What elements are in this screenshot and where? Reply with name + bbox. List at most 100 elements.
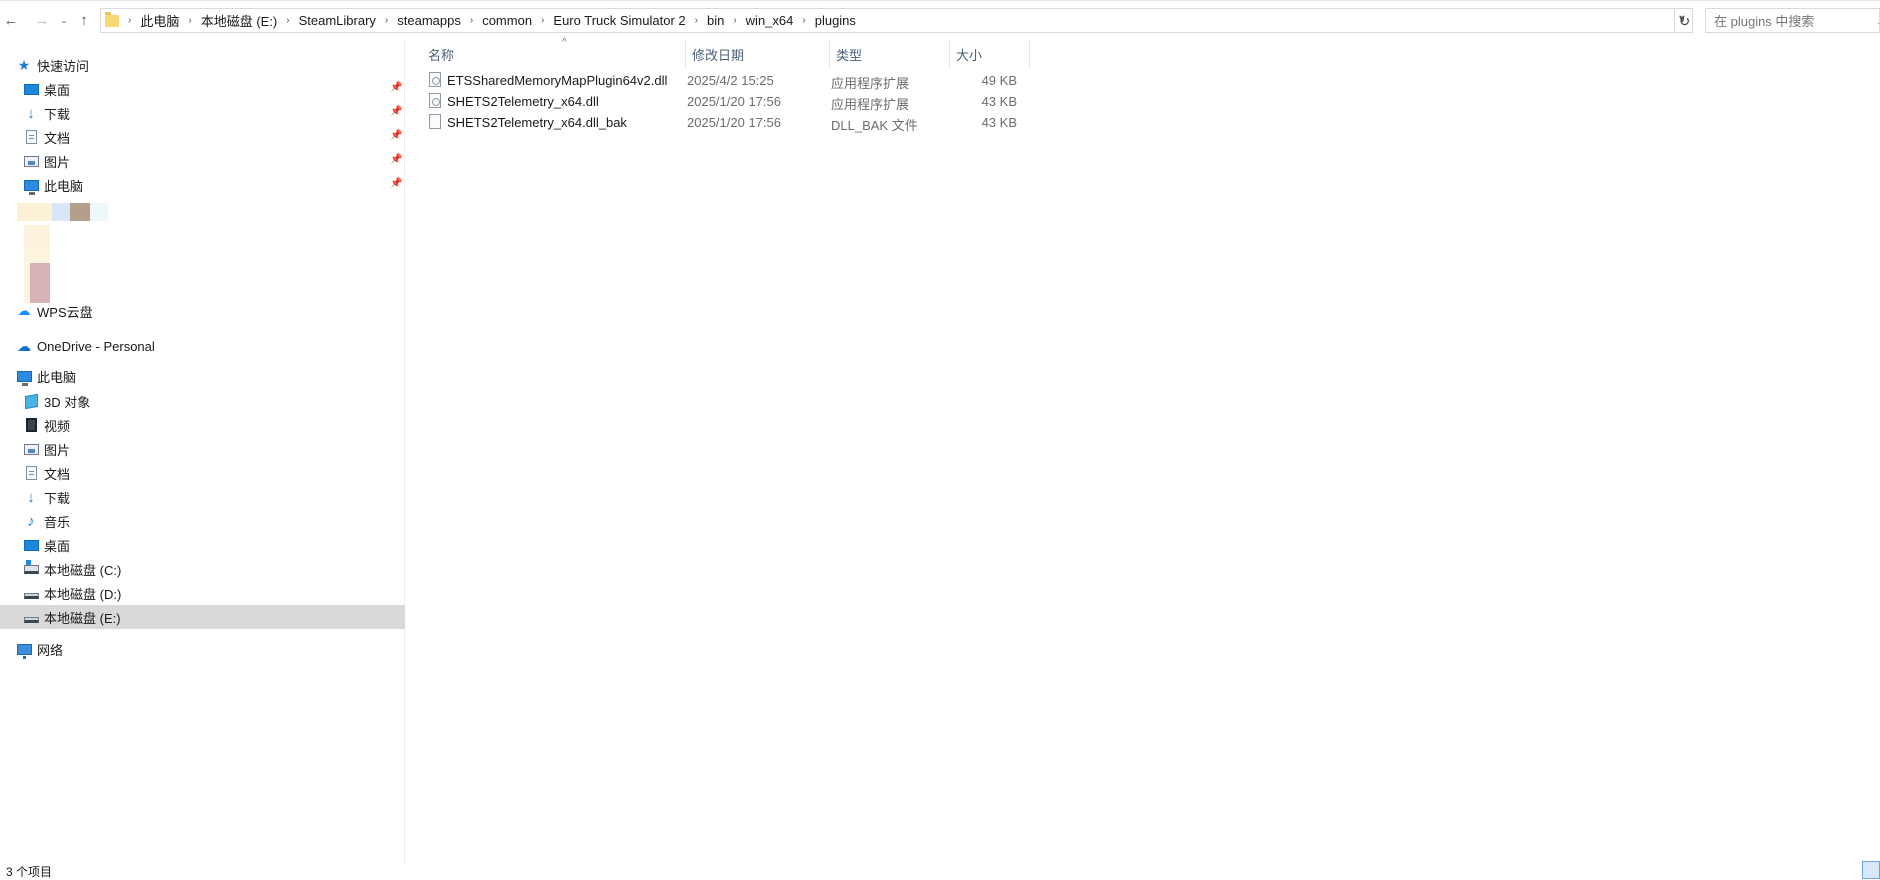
sort-ascending-icon: ^ <box>562 37 567 48</box>
file-name: SHETS2Telemetry_x64.dll <box>447 94 599 109</box>
chevron-right-icon[interactable]: › <box>541 15 544 26</box>
search-input[interactable]: 在 plugins 中搜索 ⌕ <box>1705 8 1880 33</box>
sidebar-item-videos[interactable]: 视频 <box>0 413 405 437</box>
sidebar-item-quick-access[interactable]: ★ 快速访问 <box>0 53 405 77</box>
3d-objects-icon <box>23 393 39 409</box>
sidebar-item-desktop[interactable]: 桌面 📌 <box>0 77 405 101</box>
chevron-right-icon[interactable]: › <box>470 15 473 26</box>
redacted-area <box>90 203 108 221</box>
chevron-right-icon[interactable]: › <box>128 15 131 26</box>
breadcrumb-item[interactable]: SteamLibrary <box>299 13 376 28</box>
breadcrumb-item[interactable]: Euro Truck Simulator 2 <box>553 13 685 28</box>
breadcrumb-item[interactable]: steamapps <box>397 13 461 28</box>
sidebar-item-label: 此电脑 <box>44 178 84 194</box>
sidebar-item-wps-cloud[interactable]: ☁ WPS云盘 <box>0 301 405 321</box>
sidebar-item-pictures[interactable]: 图片 📌 <box>0 149 405 173</box>
onedrive-cloud-icon: ☁ <box>17 337 31 354</box>
desktop-icon <box>23 81 39 97</box>
breadcrumb-current[interactable]: plugins <box>815 13 856 28</box>
chevron-down-icon: ⌄ <box>60 14 68 25</box>
up-button[interactable]: ↑ <box>74 9 94 31</box>
column-label: 名称 <box>428 47 455 63</box>
chevron-right-icon[interactable]: › <box>188 15 191 26</box>
file-date: 2025/1/20 17:56 <box>687 115 781 130</box>
sidebar-item-downloads-pc[interactable]: ↓ 下载 <box>0 485 405 509</box>
folder-icon <box>105 11 119 27</box>
chevron-right-icon[interactable]: › <box>802 15 805 26</box>
column-header-type[interactable]: 类型 <box>830 40 950 68</box>
sidebar-item-label: 本地磁盘 (E:) <box>44 610 121 626</box>
forward-button[interactable]: → <box>32 9 52 31</box>
breadcrumb-item[interactable]: win_x64 <box>746 13 794 28</box>
sidebar-item-label: 下载 <box>44 490 71 506</box>
drive-c-icon <box>23 559 39 577</box>
pc-icon <box>23 177 39 195</box>
chevron-right-icon[interactable]: › <box>385 15 388 26</box>
sidebar-item-music[interactable]: ♪ 音乐 <box>0 509 405 533</box>
redacted-area <box>52 203 70 221</box>
pin-icon: 📌 <box>390 106 403 117</box>
download-icon: ↓ <box>27 488 35 506</box>
redacted-area <box>30 263 50 303</box>
file-size: 43 KB <box>981 94 1017 109</box>
search-placeholder: 在 plugins 中搜索 <box>1714 14 1815 29</box>
file-size: 49 KB <box>981 73 1017 88</box>
breadcrumb-item[interactable]: common <box>482 13 532 28</box>
sidebar-item-documents-pc[interactable]: 文档 <box>0 461 405 485</box>
file-type: DLL_BAK 文件 <box>831 118 918 133</box>
sidebar-item-drive-c[interactable]: 本地磁盘 (C:) <box>0 557 405 581</box>
address-bar-row: ← → ⌄ ↑ › 此电脑 › 本地磁盘 (E:) › SteamLibrary… <box>0 0 1880 40</box>
column-header-size[interactable]: 大小 <box>950 40 1030 68</box>
recent-locations-button[interactable]: ⌄ <box>54 9 74 31</box>
file-type: 应用程序扩展 <box>831 76 910 91</box>
sidebar-item-label: 网络 <box>37 642 64 658</box>
sidebar-item-pictures-pc[interactable]: 图片 <box>0 437 405 461</box>
music-icon: ♪ <box>27 512 35 530</box>
breadcrumb[interactable]: › 此电脑 › 本地磁盘 (E:) › SteamLibrary › steam… <box>100 8 1693 33</box>
sidebar-item-label: 视频 <box>44 418 71 434</box>
back-button[interactable]: ← <box>1 9 21 31</box>
file-row[interactable]: ETSSharedMemoryMapPlugin64v2.dll 2025/4/… <box>406 70 1026 91</box>
sidebar-item-drive-e[interactable]: 本地磁盘 (E:) <box>0 605 405 629</box>
network-icon <box>16 641 32 659</box>
file-name: SHETS2Telemetry_x64.dll_bak <box>447 115 627 130</box>
breadcrumb-item[interactable]: bin <box>707 13 724 28</box>
column-header-date[interactable]: 修改日期 <box>686 40 830 68</box>
sidebar-item-network[interactable]: 网络 <box>0 637 405 661</box>
sidebar-item-label: 本地磁盘 (C:) <box>44 562 122 578</box>
sidebar-item-onedrive[interactable]: ☁ OneDrive - Personal <box>0 334 405 358</box>
redacted-area <box>70 203 90 221</box>
download-icon: ↓ <box>27 104 35 122</box>
refresh-button[interactable]: ↻ <box>1674 9 1694 33</box>
sidebar-item-label: 此电脑 <box>37 369 77 385</box>
sidebar-item-label: 文档 <box>44 466 71 482</box>
chevron-right-icon[interactable]: › <box>695 15 698 26</box>
picture-icon <box>23 153 39 169</box>
sidebar-item-3d-objects[interactable]: 3D 对象 <box>0 389 405 413</box>
sidebar-item-drive-d[interactable]: 本地磁盘 (D:) <box>0 581 405 605</box>
column-header-name[interactable]: 名称 ^ <box>422 37 686 68</box>
sidebar-item-documents[interactable]: 文档 📌 <box>0 125 405 149</box>
sidebar-item-this-pc[interactable]: 此电脑 <box>0 364 405 388</box>
pin-icon: 📌 <box>390 178 403 189</box>
sidebar-item-desktop-pc[interactable]: 桌面 <box>0 533 405 557</box>
pin-icon: 📌 <box>390 130 403 141</box>
refresh-icon: ↻ <box>1678 12 1691 29</box>
chevron-right-icon[interactable]: › <box>733 15 736 26</box>
desktop-icon <box>23 537 39 553</box>
video-icon <box>23 417 39 433</box>
breadcrumb-item[interactable]: 本地磁盘 (E:) <box>201 11 278 30</box>
chevron-right-icon[interactable]: › <box>286 15 289 26</box>
item-count: 3 个项目 <box>6 865 53 879</box>
sidebar-item-label: 3D 对象 <box>44 394 91 410</box>
redacted-area <box>17 203 52 221</box>
file-row[interactable]: SHETS2Telemetry_x64.dll 2025/1/20 17:56 … <box>406 91 1026 112</box>
details-view-button[interactable] <box>1862 861 1880 879</box>
sidebar-item-downloads[interactable]: ↓ 下载 📌 <box>0 101 405 125</box>
breadcrumb-item[interactable]: 此电脑 <box>140 11 179 30</box>
sidebar-item-label: WPS云盘 <box>37 304 93 320</box>
column-label: 修改日期 <box>692 47 745 63</box>
file-row[interactable]: SHETS2Telemetry_x64.dll_bak 2025/1/20 17… <box>406 112 1026 133</box>
sidebar-item-label: 图片 <box>44 154 71 170</box>
sidebar-item-this-pc-pinned[interactable]: 此电脑 📌 <box>0 173 405 197</box>
